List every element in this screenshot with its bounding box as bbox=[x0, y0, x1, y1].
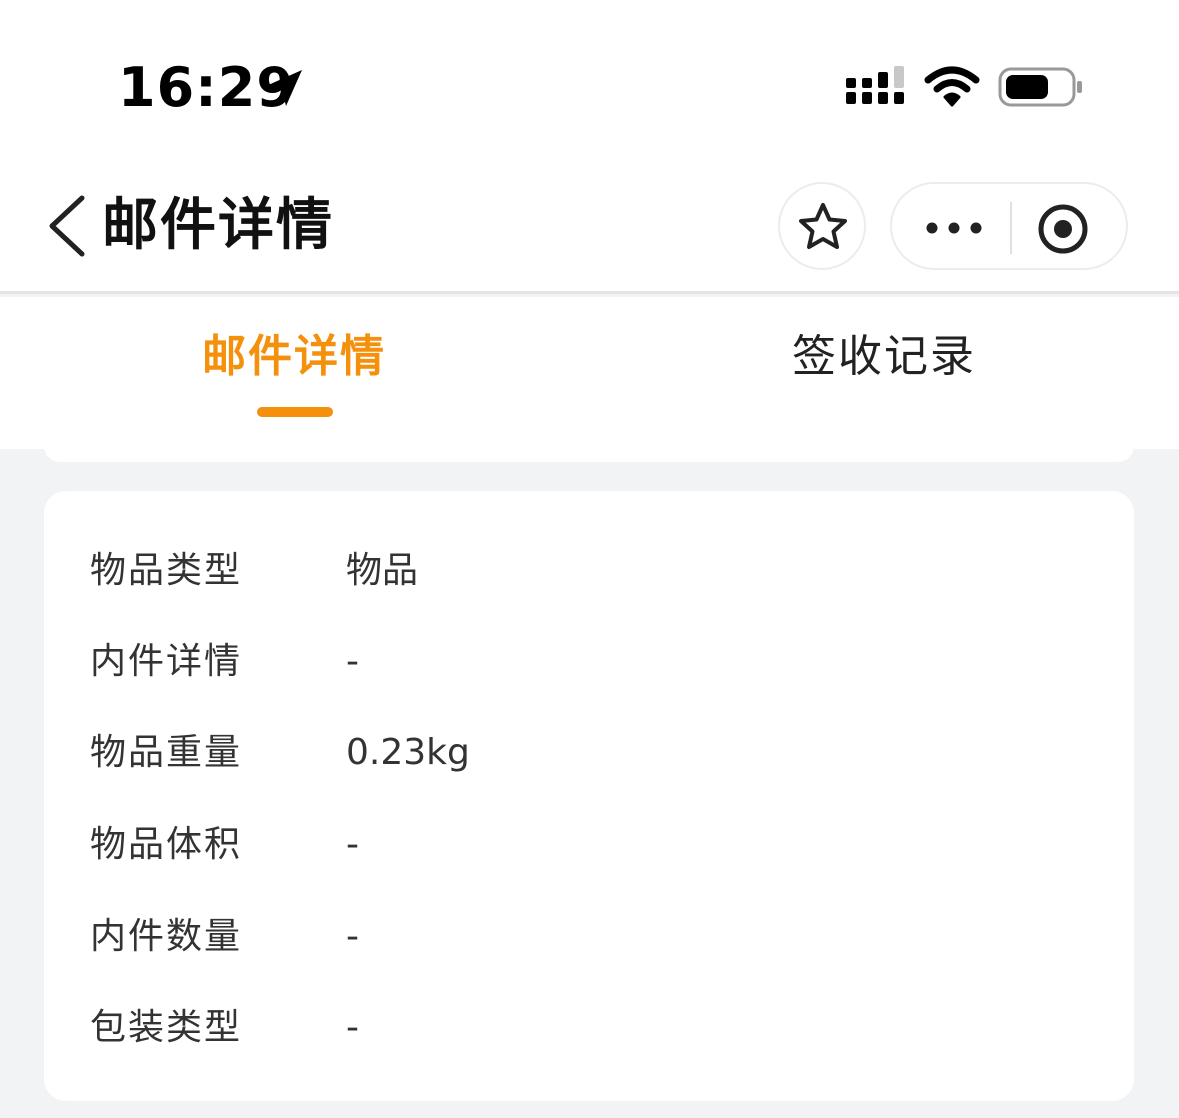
detail-label: 物品重量 bbox=[90, 732, 243, 773]
detail-label: 物品类型 bbox=[90, 550, 243, 591]
detail-value: - bbox=[346, 824, 359, 865]
detail-row-weight: 物品重量 0.23kg bbox=[90, 723, 1090, 783]
miniprogram-capsule bbox=[890, 182, 1128, 270]
detail-label: 包装类型 bbox=[90, 1007, 243, 1048]
active-tab-indicator bbox=[257, 407, 333, 417]
more-dots-icon[interactable] bbox=[922, 210, 986, 246]
cellular-signal-icon bbox=[846, 66, 904, 104]
detail-value: - bbox=[346, 641, 359, 682]
tab-panel-edge bbox=[44, 446, 1134, 462]
detail-value: 物品 bbox=[346, 550, 419, 591]
battery-icon bbox=[998, 67, 1082, 107]
detail-row-packaging: 包装类型 - bbox=[90, 998, 1090, 1058]
page-title: 邮件详情 bbox=[102, 193, 334, 258]
detail-label: 内件详情 bbox=[90, 641, 243, 682]
detail-row-volume: 物品体积 - bbox=[90, 815, 1090, 875]
favorite-button[interactable] bbox=[778, 182, 866, 270]
detail-label: 物品体积 bbox=[90, 824, 243, 865]
star-icon bbox=[799, 203, 847, 249]
page: 16:29 邮件详情 邮件详情 签收记录 物品类型 物品 内件详情 - 物品重量… bbox=[0, 0, 1179, 1118]
detail-value: 0.23kg bbox=[346, 732, 470, 773]
status-bar: 16:29 bbox=[0, 0, 1179, 160]
detail-row-quantity: 内件数量 - bbox=[90, 907, 1090, 967]
detail-value: - bbox=[346, 916, 359, 957]
detail-label: 内件数量 bbox=[90, 916, 243, 957]
detail-value: - bbox=[346, 1007, 359, 1048]
capsule-divider bbox=[1010, 202, 1012, 254]
tab-sign-records[interactable]: 签收记录 bbox=[684, 327, 1084, 427]
tab-bar: 邮件详情 签收记录 bbox=[0, 297, 1179, 449]
close-target-icon[interactable] bbox=[1036, 202, 1090, 256]
detail-row-contents: 内件详情 - bbox=[90, 632, 1090, 692]
nav-bar: 邮件详情 bbox=[0, 160, 1179, 294]
wifi-icon bbox=[924, 66, 980, 107]
detail-card: 物品类型 物品 内件详情 - 物品重量 0.23kg 物品体积 - 内件数量 -… bbox=[44, 491, 1134, 1101]
location-arrow-icon bbox=[266, 70, 302, 106]
back-chevron-icon[interactable] bbox=[44, 194, 90, 258]
detail-row-item-type: 物品类型 物品 bbox=[90, 541, 1090, 601]
